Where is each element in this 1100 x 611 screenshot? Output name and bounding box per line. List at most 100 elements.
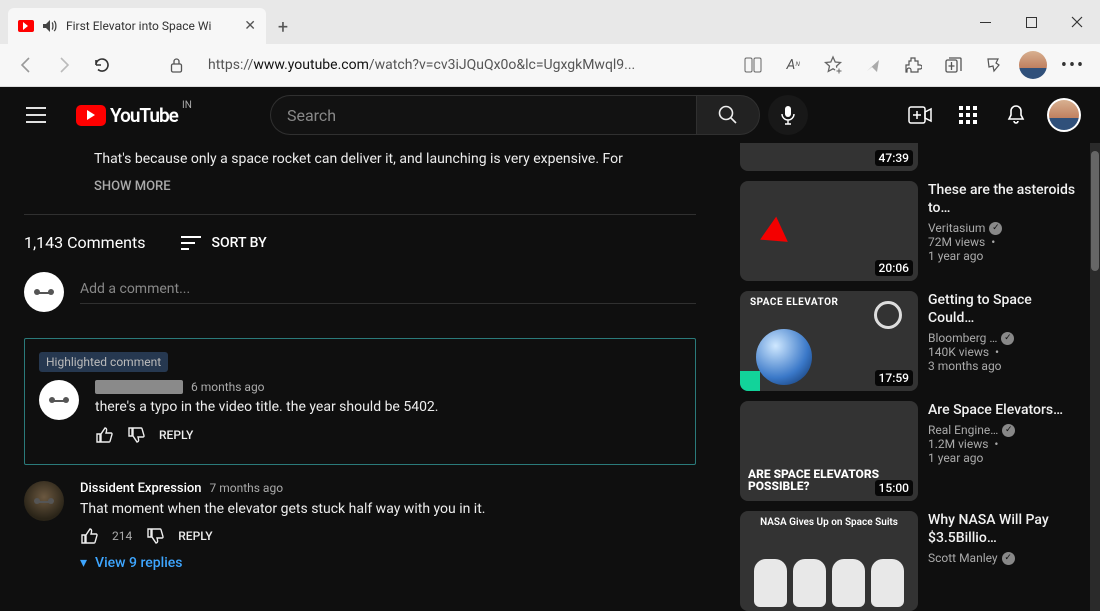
comment: Dissident Expression 7 months ago That m…: [24, 481, 696, 572]
split-screen-icon[interactable]: [736, 49, 770, 81]
audio-playing-icon[interactable]: [42, 19, 58, 33]
site-info-lock-icon[interactable]: [160, 49, 192, 81]
extensions-icon[interactable]: [896, 49, 930, 81]
create-button[interactable]: [900, 95, 940, 135]
youtube-logo-text: YouTube: [110, 104, 178, 127]
show-more-button[interactable]: SHOW MORE: [24, 175, 696, 208]
extension-icon-1[interactable]: [856, 49, 890, 81]
recommendation-item[interactable]: ARE SPACE ELEVATORS POSSIBLE? 15:00 Are …: [740, 401, 1080, 501]
comment-author[interactable]: [95, 380, 183, 394]
window-maximize-button[interactable]: [1008, 0, 1054, 44]
tab-close-icon[interactable]: ✕: [244, 18, 256, 34]
tab-title: First Elevator into Space Wi: [66, 19, 236, 33]
favorites-icon[interactable]: [816, 49, 850, 81]
video-duration: 20:06: [875, 260, 913, 276]
apps-button[interactable]: [948, 95, 988, 135]
channel-name[interactable]: Bloomberg …: [928, 331, 997, 345]
reply-button[interactable]: REPLY: [159, 428, 193, 442]
search-icon: [717, 104, 739, 126]
window-close-button[interactable]: [1054, 0, 1100, 44]
back-button[interactable]: [10, 49, 42, 81]
browser-menu-button[interactable]: •••: [1056, 49, 1090, 81]
url-field[interactable]: https://www.youtube.com/watch?v=cv3iJQuQ…: [198, 57, 730, 73]
add-comment-input[interactable]: Add a comment...: [80, 281, 696, 304]
highlighted-tag: Highlighted comment: [39, 352, 168, 372]
account-button[interactable]: [1044, 95, 1084, 135]
video-views: 1.2M views: [928, 437, 988, 451]
comments-count: 1,143 Comments: [24, 233, 146, 252]
sort-icon: [180, 235, 202, 251]
sort-label: SORT BY: [212, 235, 267, 251]
sort-comments-button[interactable]: SORT BY: [180, 235, 267, 251]
new-tab-button[interactable]: +: [266, 10, 300, 44]
comment-text: That moment when the elevator gets stuck…: [80, 500, 696, 520]
video-title: These are the asteroids to…: [928, 181, 1080, 217]
video-title: Getting to Space Could…: [928, 291, 1080, 327]
dislike-button[interactable]: [146, 527, 164, 545]
channel-name[interactable]: Veritasium: [928, 221, 985, 235]
channel-name[interactable]: Scott Manley: [928, 551, 998, 565]
page-scrollbar[interactable]: [1090, 143, 1100, 611]
like-button[interactable]: [95, 426, 113, 444]
like-count: 214: [112, 529, 132, 543]
highlighted-comment: Highlighted comment 6 months ago there's…: [24, 338, 696, 465]
current-user-avatar[interactable]: [24, 272, 64, 312]
verified-icon: [989, 222, 1002, 235]
video-thumbnail[interactable]: SPACE ELEVATOR 17:59: [740, 291, 918, 391]
recommendation-item[interactable]: 47:39 6 days ago New: [740, 143, 1080, 171]
comment-time[interactable]: 7 months ago: [210, 481, 284, 495]
commenter-avatar[interactable]: [24, 481, 64, 521]
video-thumbnail[interactable]: 47:39: [740, 143, 918, 171]
video-title: Why NASA Will Pay $3.5Billio…: [928, 511, 1080, 547]
comment-time[interactable]: 6 months ago: [191, 380, 265, 394]
recommendations-sidebar: 47:39 6 days ago New 20:06 These are the…: [720, 143, 1090, 611]
divider: [24, 214, 696, 215]
like-button[interactable]: [80, 527, 98, 545]
video-thumbnail[interactable]: NASA Gives Up on Space Suits: [740, 511, 918, 611]
view-replies-button[interactable]: ▾ View 9 replies: [80, 555, 696, 571]
video-views: 72M views: [928, 235, 985, 249]
notifications-button[interactable]: [996, 95, 1036, 135]
youtube-favicon: [18, 20, 34, 32]
recommendation-item[interactable]: NASA Gives Up on Space Suits Why NASA Wi…: [740, 511, 1080, 611]
forward-button[interactable]: [48, 49, 80, 81]
caret-down-icon: ▾: [80, 555, 87, 571]
dislike-button[interactable]: [127, 426, 145, 444]
url-text: https://www.youtube.com/watch?v=cv3iJQuQ…: [208, 57, 635, 73]
extension-icon-2[interactable]: [976, 49, 1010, 81]
collections-icon[interactable]: [936, 49, 970, 81]
browser-profile-button[interactable]: [1016, 49, 1050, 81]
search-button[interactable]: [696, 95, 760, 135]
youtube-logo[interactable]: YouTube IN: [76, 104, 178, 127]
video-views: 140K views: [928, 345, 989, 359]
read-aloud-icon[interactable]: Aᴺ: [776, 49, 810, 81]
verified-icon: [1001, 332, 1014, 345]
video-duration: 15:00: [875, 480, 913, 496]
video-age: 1 year ago: [928, 451, 1080, 465]
voice-search-button[interactable]: [768, 95, 808, 135]
scrollbar-thumb[interactable]: [1091, 151, 1099, 271]
video-thumbnail[interactable]: 20:06: [740, 181, 918, 281]
video-age: 1 year ago: [928, 249, 1080, 263]
video-duration: 47:39: [875, 150, 913, 166]
browser-tab[interactable]: First Elevator into Space Wi ✕: [8, 8, 266, 44]
refresh-button[interactable]: [86, 49, 118, 81]
microphone-icon: [780, 105, 796, 125]
recommendation-item[interactable]: 20:06 These are the asteroids to… Verita…: [740, 181, 1080, 281]
country-code: IN: [182, 100, 192, 111]
comment-text: there's a typo in the video title. the y…: [95, 398, 681, 418]
reply-button[interactable]: REPLY: [178, 529, 212, 543]
youtube-header: YouTube IN: [0, 87, 1100, 143]
address-bar: https://www.youtube.com/watch?v=cv3iJQuQ…: [0, 44, 1100, 87]
channel-name[interactable]: Real Engine…: [928, 423, 998, 437]
search-input[interactable]: [270, 95, 696, 135]
commenter-avatar[interactable]: [39, 380, 79, 420]
comment-author[interactable]: Dissident Expression: [80, 481, 202, 496]
video-duration: 17:59: [875, 370, 913, 386]
guide-menu-button[interactable]: [16, 95, 56, 135]
recommendation-item[interactable]: SPACE ELEVATOR 17:59 Getting to Space Co…: [740, 291, 1080, 391]
youtube-logo-icon: [76, 105, 106, 126]
description-snippet: That's because only a space rocket can d…: [24, 143, 696, 175]
window-minimize-button[interactable]: [962, 0, 1008, 44]
video-thumbnail[interactable]: ARE SPACE ELEVATORS POSSIBLE? 15:00: [740, 401, 918, 501]
